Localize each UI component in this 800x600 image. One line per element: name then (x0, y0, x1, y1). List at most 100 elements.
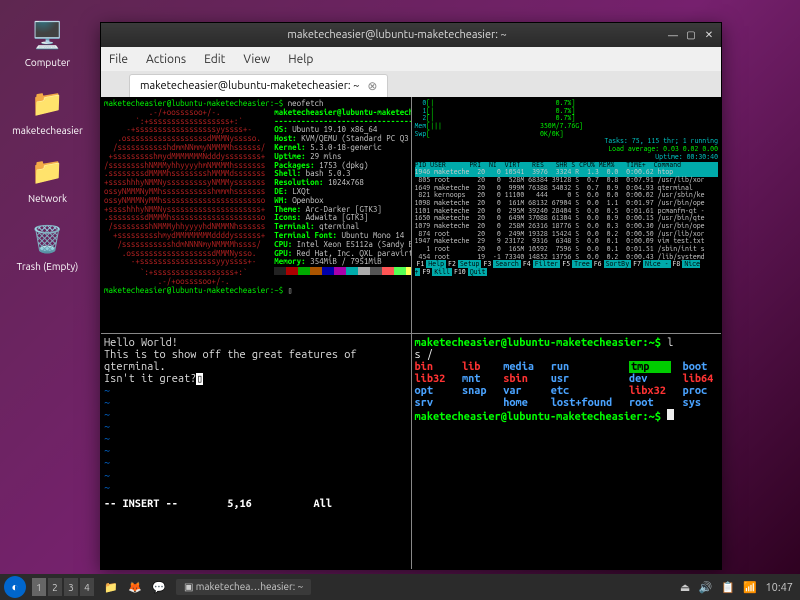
vim-tilde: ~ (104, 433, 408, 445)
window-title: maketecheasier@lubuntu-maketecheasier: ~ (127, 29, 667, 41)
minimize-button[interactable]: — (667, 29, 679, 41)
folder-icon: 📁 (31, 86, 65, 120)
desktop: 🖥️ Computer 📁 maketecheasier 📁 Network 🗑… (0, 0, 95, 290)
ls-entry: srv (415, 397, 450, 409)
prompt: maketecheasier@lubuntu-maketecheasier:~$ (104, 99, 283, 108)
network-icon: 📁 (31, 154, 65, 188)
ls-entry: root (629, 397, 671, 409)
ls-entry: usr (551, 373, 617, 385)
taskbar: ◐ 1 2 3 4 📁 🦊 💬 ▣ maketechea…heasier: ~ … (0, 574, 800, 600)
ls-entry: libx32 (629, 385, 671, 397)
pane-vim[interactable]: Hello World!This is to show off the grea… (101, 334, 411, 570)
close-button[interactable]: ✕ (703, 29, 715, 41)
ls-entry: lib (462, 361, 491, 373)
menubar: File Actions Edit View Help (101, 47, 721, 71)
ls-entry: run (551, 361, 617, 373)
menu-view[interactable]: View (243, 53, 270, 66)
taskbar-entry[interactable]: ▣ maketechea…heasier: ~ (176, 579, 311, 595)
ls-entry: lost+found (551, 397, 617, 409)
vim-line: Isn't it great?▯ (104, 373, 408, 385)
ls-entry: tmp (629, 361, 671, 373)
task-label: maketechea…heasier: ~ (196, 581, 303, 592)
neofetch-command: neofetch (288, 99, 324, 108)
ls-entry: etc (551, 385, 617, 397)
trash-icon: 🗑️ (31, 222, 65, 256)
workspace-1[interactable]: 1 (32, 578, 46, 596)
ls-output: binlib media runtmpboot lib32 mntsbin usrdevl… (415, 361, 719, 409)
vim-tilde: ~ (104, 421, 408, 433)
vim-tilde: ~ (104, 457, 408, 469)
vim-line: This is to show off the great features o… (104, 349, 408, 373)
ls-entry: lib32 (415, 373, 450, 385)
prompt: maketecheasier@lubuntu-maketecheasier:~$ (415, 337, 661, 349)
color-palette (274, 268, 410, 277)
ls-entry: lib64 (683, 373, 718, 385)
ls-entry (462, 397, 491, 409)
workspace-2[interactable]: 2 (48, 578, 62, 596)
network-tray-icon[interactable]: 📶 (743, 582, 757, 594)
vim-tilde: ~ (104, 385, 408, 397)
vim-tilde: ~ (104, 397, 408, 409)
desktop-icon-computer[interactable]: 🖥️ Computer (0, 18, 95, 68)
htop-footer: F1HelpF2SetupF3SearchF4FilterF5TreeF6Sor… (415, 261, 719, 276)
pane-ls[interactable]: maketecheasier@lubuntu-maketecheasier:~$… (412, 334, 722, 570)
swp-value: 0K/0K (540, 130, 560, 138)
menu-help[interactable]: Help (288, 53, 313, 66)
workspace-switcher: 1 2 3 4 (32, 578, 94, 596)
icon-label: maketecheasier (0, 125, 95, 136)
ls-entry: snap (462, 385, 491, 397)
vim-pos: 5,16 (227, 498, 252, 510)
maximize-button[interactable]: ▢ (685, 29, 697, 41)
vim-mode: -- INSERT -- (104, 498, 178, 510)
app-menu-button[interactable]: ◐ (4, 576, 26, 598)
computer-icon: 🖥️ (31, 18, 65, 52)
ls-entry: var (503, 385, 538, 397)
removable-media-icon[interactable]: ⏏ (680, 582, 690, 594)
menu-edit[interactable]: Edit (204, 53, 225, 66)
file-manager-launcher[interactable]: 📁 (100, 576, 122, 598)
ls-entry: mnt (462, 373, 491, 385)
clock[interactable]: 10:47 (765, 582, 793, 594)
vim-pct: All (313, 498, 331, 510)
cursor (667, 409, 674, 420)
tab-label: maketecheasier@lubuntu-maketecheasier: ~ (140, 80, 359, 92)
terminal-window: maketecheasier@lubuntu-maketecheasier: ~… (100, 22, 722, 570)
pane-neofetch[interactable]: maketecheasier@lubuntu-maketecheasier:~$… (101, 97, 411, 333)
icon-label: Network (0, 193, 95, 204)
ls-entry: media (503, 361, 538, 373)
clipboard-icon[interactable]: 📋 (721, 582, 735, 594)
uptime: Uptime: 00:30:40 (655, 153, 718, 161)
terminal-tab[interactable]: maketecheasier@lubuntu-maketecheasier: ~… (129, 74, 388, 97)
desktop-icon-folder[interactable]: 📁 maketecheasier (0, 86, 95, 136)
ls-entry: sbin (503, 373, 538, 385)
chat-launcher[interactable]: 💬 (148, 576, 170, 598)
prompt: maketecheasier@lubuntu-maketecheasier:~$ (415, 411, 661, 423)
system-tray: ⏏ 🔊 📋 📶 10:47 (677, 581, 796, 594)
ls-entry: opt (415, 385, 450, 397)
icon-label: Trash (Empty) (0, 261, 95, 272)
titlebar[interactable]: maketecheasier@lubuntu-maketecheasier: ~… (101, 23, 721, 47)
firefox-launcher[interactable]: 🦊 (124, 576, 146, 598)
pane-htop[interactable]: 0[| 0.7%] 1[| 0.7%] 2[| 0.7%] Mem[||| 35… (412, 97, 722, 333)
ls-entry: dev (629, 373, 671, 385)
ls-entry: home (503, 397, 538, 409)
vim-tilde: ~ (104, 409, 408, 421)
icon-label: Computer (0, 57, 95, 68)
ls-entry: proc (683, 385, 718, 397)
vim-tilde: ~ (104, 470, 408, 482)
ls-entry: bin (415, 361, 450, 373)
ls-entry: sys (683, 397, 718, 409)
workspace-4[interactable]: 4 (80, 578, 94, 596)
ls-entry: boot (683, 361, 718, 373)
menu-file[interactable]: File (109, 53, 128, 66)
prompt: maketecheasier@lubuntu-maketecheasier:~$ (104, 286, 283, 295)
workspace-3[interactable]: 3 (64, 578, 78, 596)
volume-icon[interactable]: 🔊 (699, 582, 713, 594)
desktop-icon-network[interactable]: 📁 Network (0, 154, 95, 204)
vim-tilde: ~ (104, 482, 408, 494)
desktop-icon-trash[interactable]: 🗑️ Trash (Empty) (0, 222, 95, 272)
terminal-panes: maketecheasier@lubuntu-maketecheasier:~$… (101, 97, 721, 569)
menu-actions[interactable]: Actions (146, 53, 186, 66)
vim-statusline: -- INSERT -- 5,16 All (104, 498, 408, 510)
tab-close-icon[interactable]: ⊗ (367, 79, 377, 93)
